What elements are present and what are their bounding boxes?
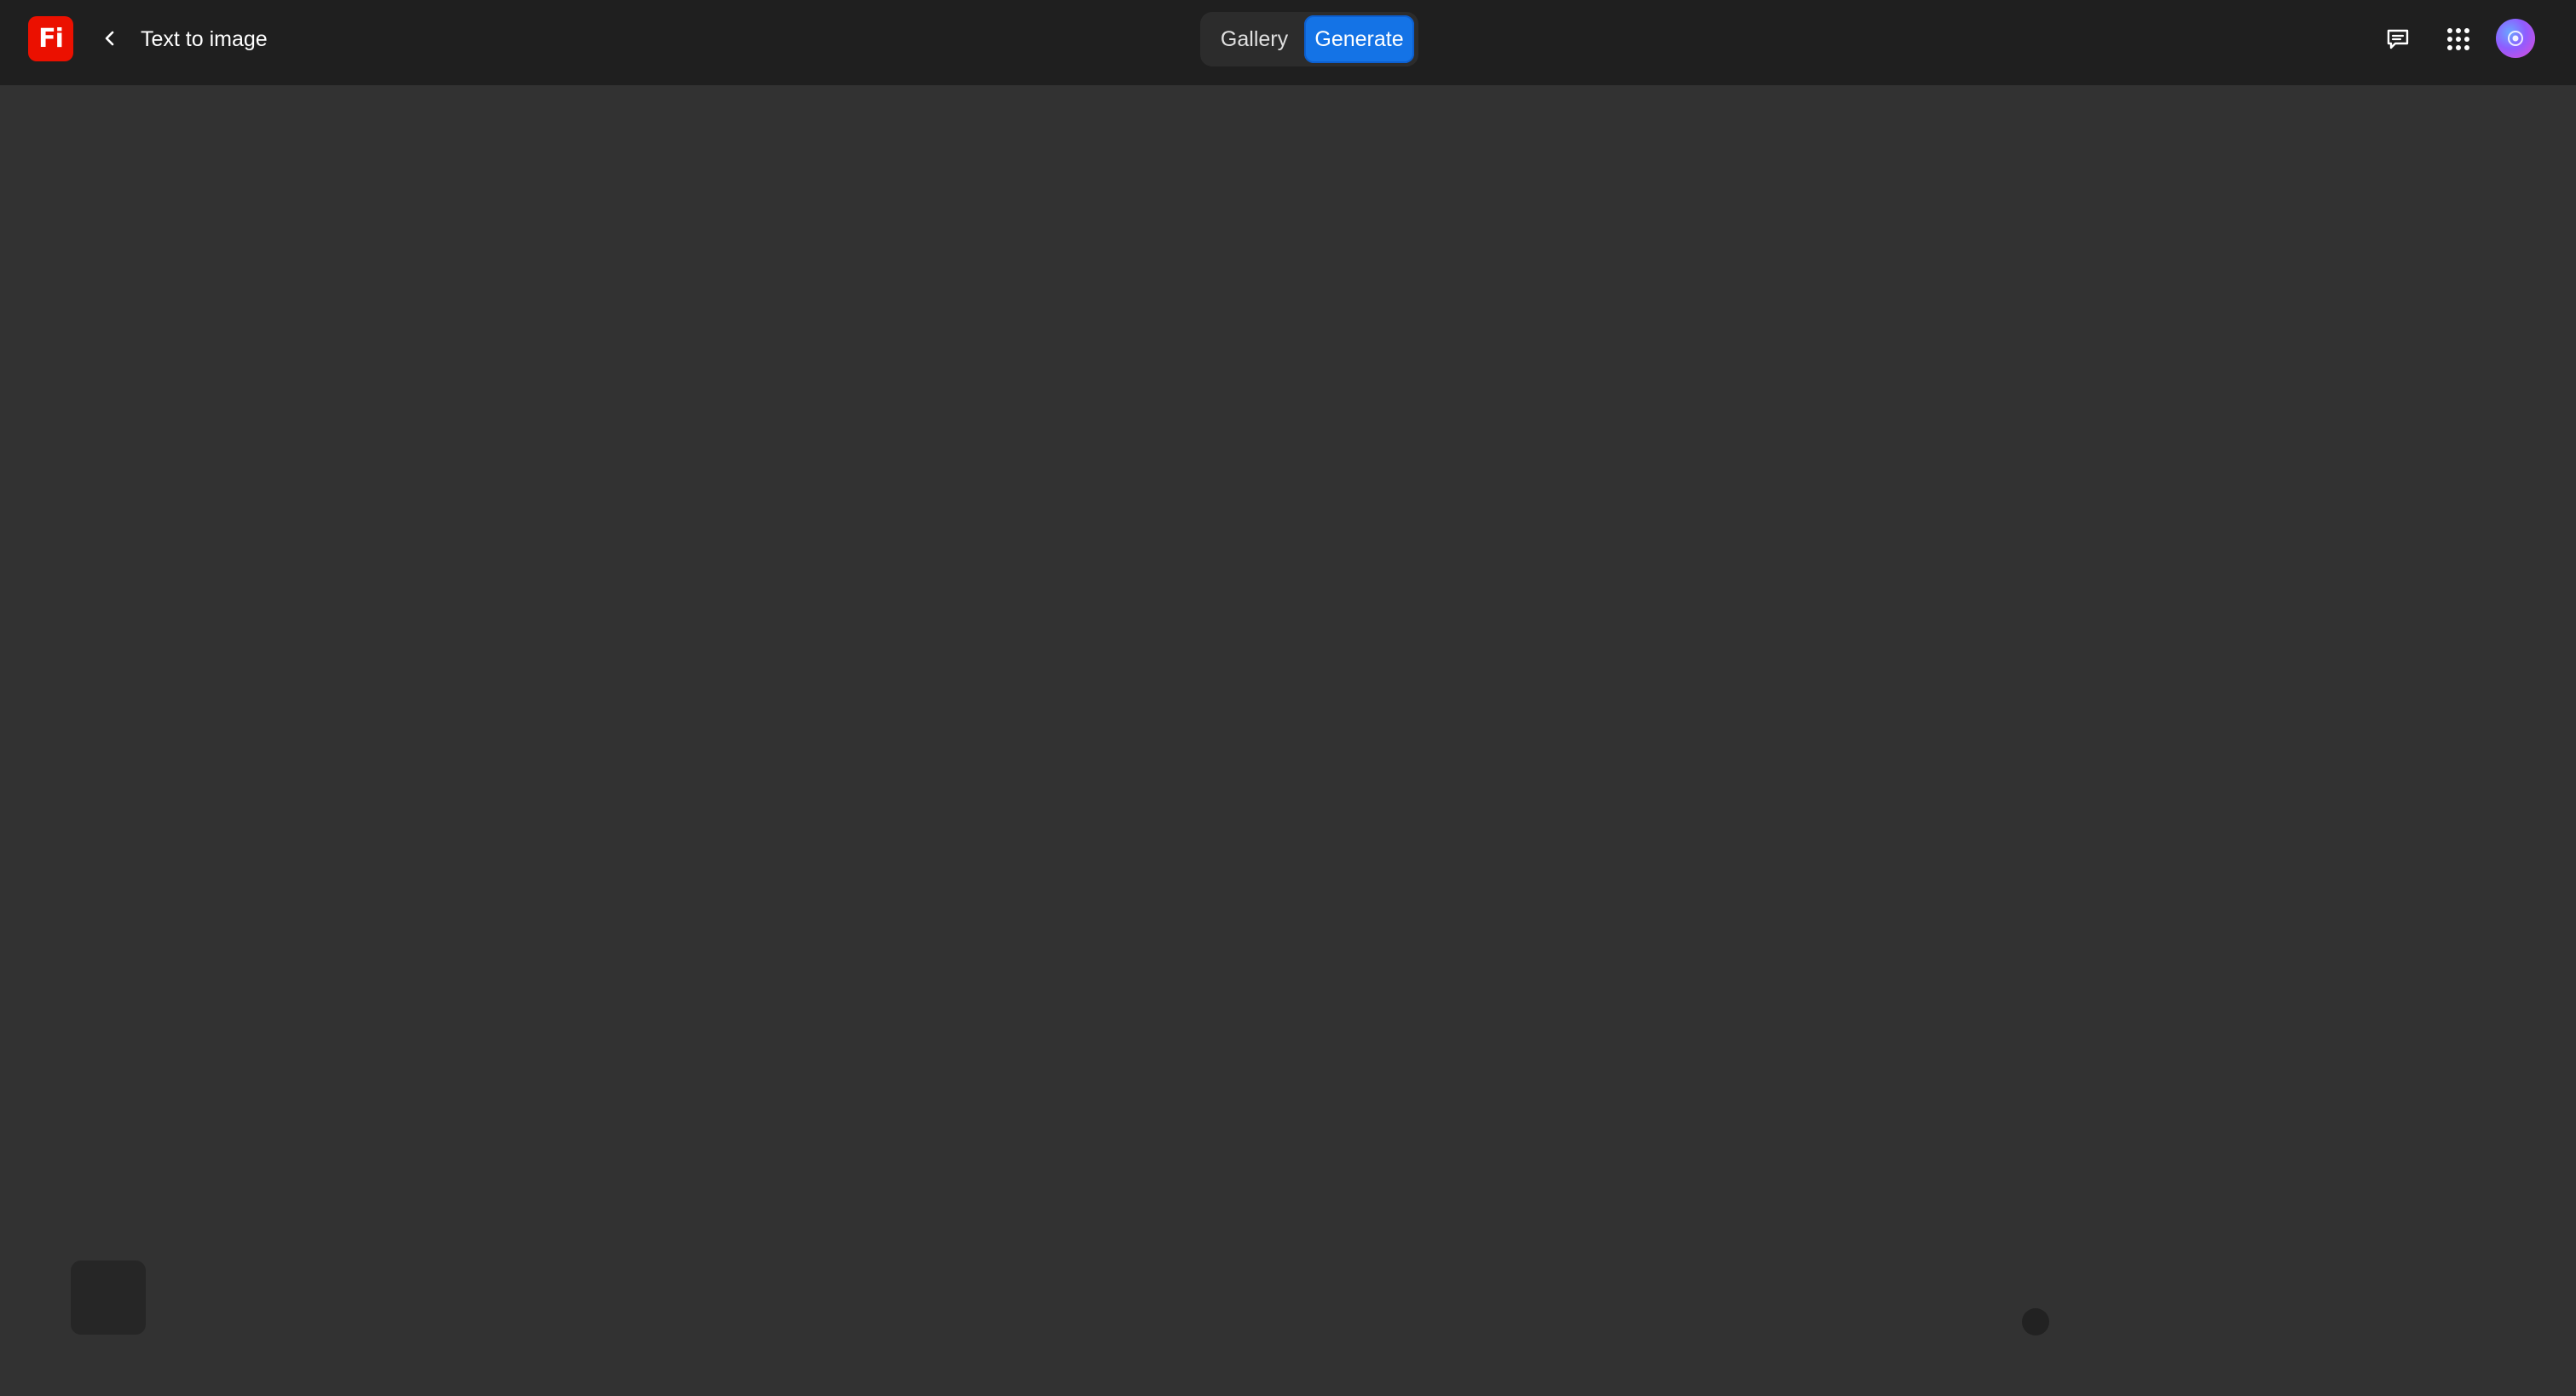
avatar[interactable] xyxy=(2496,19,2535,58)
mode-switch: Gallery Generate xyxy=(1200,12,1418,66)
chevron-left-icon xyxy=(105,31,114,46)
firefly-logo[interactable]: Fi xyxy=(28,16,73,61)
loading-indicator xyxy=(2022,1308,2049,1335)
apps-button[interactable] xyxy=(2441,22,2475,56)
back-button[interactable] xyxy=(95,24,124,53)
apps-grid-icon xyxy=(2447,28,2469,50)
page-title: Text to image xyxy=(141,27,268,51)
feedback-icon xyxy=(2387,29,2409,49)
feedback-button[interactable] xyxy=(2381,22,2415,56)
generate-tab[interactable]: Generate xyxy=(1304,15,1414,63)
canvas-area xyxy=(0,85,2576,1396)
gallery-tab[interactable]: Gallery xyxy=(1204,15,1304,63)
logo-text: Fi xyxy=(38,24,64,54)
bottom-left-button[interactable] xyxy=(71,1260,146,1335)
avatar-icon xyxy=(2508,31,2523,46)
top-bar: Fi Text to image Gallery Generate xyxy=(0,0,2576,85)
